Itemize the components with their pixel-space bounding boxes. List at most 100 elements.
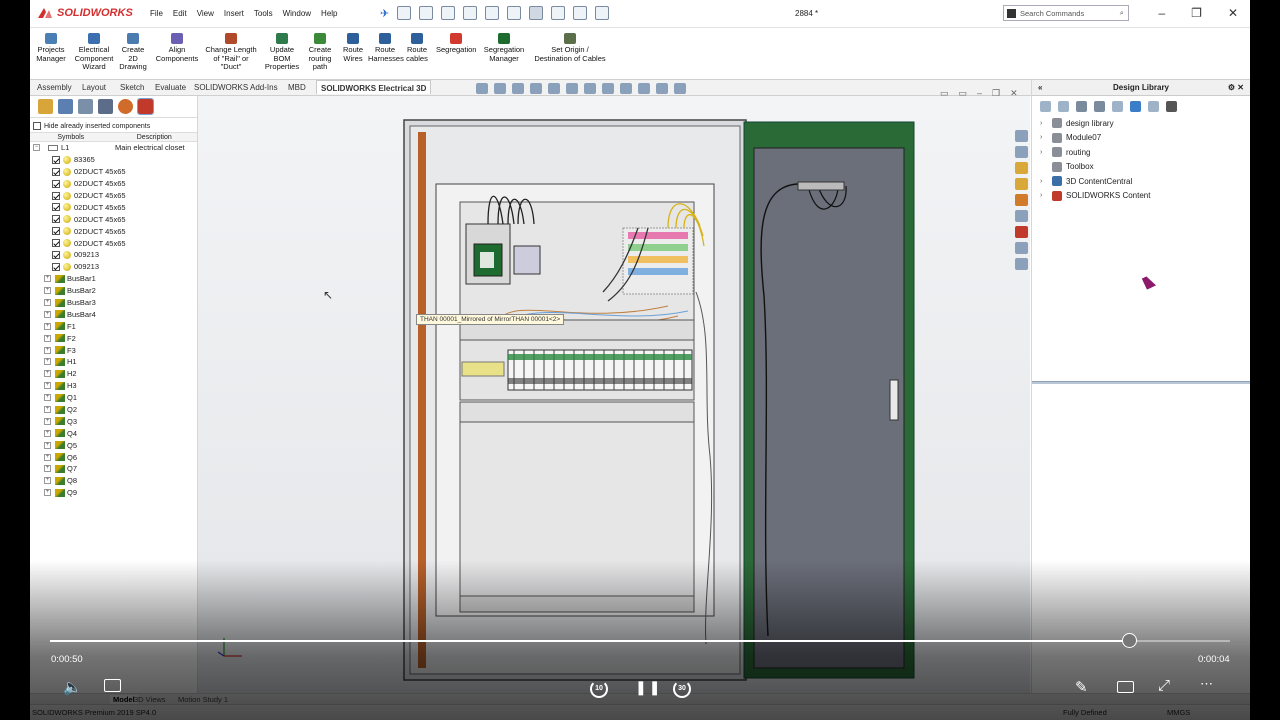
chevron-right-icon[interactable]: ›: [1040, 178, 1048, 185]
tree-group-row[interactable]: + Q3: [30, 415, 197, 427]
menu-view[interactable]: View: [197, 9, 214, 18]
split-view-icon[interactable]: ▭: [940, 88, 949, 99]
seek-bar[interactable]: [50, 633, 1230, 648]
tab-solidworks-electrical-3d[interactable]: SOLIDWORKS Electrical 3D: [316, 80, 432, 94]
expand-icon[interactable]: +: [44, 287, 51, 295]
expand-icon[interactable]: +: [44, 489, 51, 497]
terminal-block-row[interactable]: [507, 349, 693, 391]
library-item[interactable]: › design library: [1032, 116, 1250, 131]
item-checkbox[interactable]: [52, 215, 60, 224]
tree-item-row[interactable]: 02DUCT 45x65: [30, 190, 197, 202]
tree-item-row[interactable]: 83365: [30, 154, 197, 166]
tree-group-row[interactable]: + H3: [30, 380, 197, 392]
library-item[interactable]: › routing: [1032, 145, 1250, 160]
col-symbols[interactable]: Symbols: [30, 133, 112, 141]
edit-appearance-icon[interactable]: [620, 83, 632, 94]
pin-icon[interactable]: ✈: [380, 7, 389, 20]
tree-root-row[interactable]: − L1 Main electrical closet: [30, 142, 197, 154]
item-checkbox[interactable]: [52, 239, 60, 248]
library-item[interactable]: › 3D ContentCentral: [1032, 174, 1250, 189]
expand-icon[interactable]: +: [44, 417, 51, 425]
item-checkbox[interactable]: [52, 250, 60, 259]
viewport-close-icon[interactable]: ✕: [1010, 88, 1018, 99]
apply-scene-icon[interactable]: [638, 83, 650, 94]
pane-splitter[interactable]: [1032, 381, 1250, 384]
expand-icon[interactable]: +: [44, 477, 51, 485]
item-checkbox[interactable]: [52, 155, 60, 164]
menu-help[interactable]: Help: [321, 9, 337, 18]
pane-options-icon[interactable]: ⚙ ✕: [1228, 80, 1244, 95]
view-settings-icon[interactable]: [656, 83, 668, 94]
ribbon-button-3[interactable]: Align Components: [154, 30, 200, 63]
item-checkbox[interactable]: [52, 203, 60, 212]
tree-group-row[interactable]: + Q5: [30, 439, 197, 451]
skip-back-icon[interactable]: 10: [590, 680, 608, 698]
tree-group-row[interactable]: + Q2: [30, 404, 197, 416]
ribbon-button-11[interactable]: Segregation Manager: [482, 30, 526, 63]
search-icon[interactable]: ⌕: [1120, 8, 1124, 18]
seek-handle[interactable]: [1121, 633, 1137, 648]
solidworks-logo[interactable]: SOLIDWORKS: [36, 6, 133, 20]
tree-group-row[interactable]: + Q1: [30, 392, 197, 404]
expand-icon[interactable]: +: [44, 453, 51, 461]
ribbon-button-12[interactable]: Set Origin / Destination of Cables: [528, 30, 612, 63]
property-manager-icon[interactable]: [58, 99, 73, 114]
tree-item-row[interactable]: 009213: [30, 249, 197, 261]
link-view-icon[interactable]: ▭: [959, 88, 968, 99]
display-monitor-icon[interactable]: [674, 83, 686, 94]
expand-icon[interactable]: +: [44, 465, 51, 473]
electrical-3d-icon[interactable]: [137, 98, 154, 115]
up-one-level-icon[interactable]: [1148, 100, 1159, 112]
library-item[interactable]: › SOLIDWORKS Content: [1032, 189, 1250, 204]
zoom-area-icon[interactable]: [494, 83, 506, 94]
picture-in-picture-icon[interactable]: [1117, 681, 1134, 693]
dimxpert-icon[interactable]: [98, 99, 113, 114]
add-to-library-icon[interactable]: [1076, 100, 1087, 112]
close-icon[interactable]: ✕: [1228, 6, 1238, 20]
print-icon[interactable]: [485, 6, 500, 20]
add-file-location-icon[interactable]: [1094, 100, 1105, 112]
viewport-restore-icon[interactable]: ❐: [992, 88, 1000, 99]
collapse-pane-icon[interactable]: «: [1038, 80, 1042, 95]
select-cursor-icon[interactable]: [529, 6, 544, 20]
chevron-right-icon[interactable]: ›: [1040, 192, 1048, 199]
expand-icon[interactable]: +: [44, 441, 51, 449]
ribbon-button-8[interactable]: Route Harnesses: [368, 30, 404, 63]
expand-icon[interactable]: +: [44, 322, 51, 330]
display-manager-icon[interactable]: [118, 99, 133, 114]
fullscreen-icon[interactable]: ⤢: [1158, 677, 1170, 694]
open-folder-icon[interactable]: [441, 6, 456, 20]
search-commands-input[interactable]: Search Commands ⌕: [1003, 5, 1129, 21]
dynamic-annotation-icon[interactable]: [548, 83, 560, 94]
file-properties-icon[interactable]: [573, 6, 588, 20]
traffic-light-icon[interactable]: [551, 6, 566, 20]
tab-assembly[interactable]: Assembly: [33, 82, 76, 93]
tab-mbd[interactable]: MBD: [284, 82, 310, 93]
item-checkbox[interactable]: [52, 191, 60, 200]
ribbon-button-1[interactable]: Electrical Component Wizard: [74, 30, 114, 72]
menu-tools[interactable]: Tools: [254, 9, 273, 18]
tree-group-row[interactable]: + Q8: [30, 475, 197, 487]
tree-group-row[interactable]: + BusBar3: [30, 297, 197, 309]
more-options-icon[interactable]: ⋯: [1200, 676, 1213, 692]
tree-group-row[interactable]: + Q9: [30, 487, 197, 499]
file-explorer-tab-icon[interactable]: [1015, 178, 1028, 190]
section-view-icon[interactable]: [530, 83, 542, 94]
electrical-cabinet-model[interactable]: [198, 96, 1030, 696]
tree-group-row[interactable]: + BusBar1: [30, 273, 197, 285]
hide-show-icon[interactable]: [602, 83, 614, 94]
chevron-right-icon[interactable]: ›: [1040, 120, 1048, 127]
tree-item-row[interactable]: 009213: [30, 261, 197, 273]
volume-icon[interactable]: 🔈: [63, 678, 82, 696]
refresh-icon[interactable]: [1130, 100, 1141, 112]
search-scope-icon[interactable]: [1007, 8, 1016, 18]
tree-item-row[interactable]: 02DUCT 45x65: [30, 201, 197, 213]
menu-file[interactable]: File: [150, 9, 163, 18]
electrical-tab-icon[interactable]: [1015, 226, 1028, 238]
back-icon[interactable]: [1040, 100, 1051, 112]
tree-group-row[interactable]: + F1: [30, 320, 197, 332]
macro-tab-icon[interactable]: [1015, 242, 1028, 254]
col-description[interactable]: Description: [112, 133, 197, 141]
undo-icon[interactable]: [507, 6, 522, 20]
tree-group-row[interactable]: + H2: [30, 368, 197, 380]
